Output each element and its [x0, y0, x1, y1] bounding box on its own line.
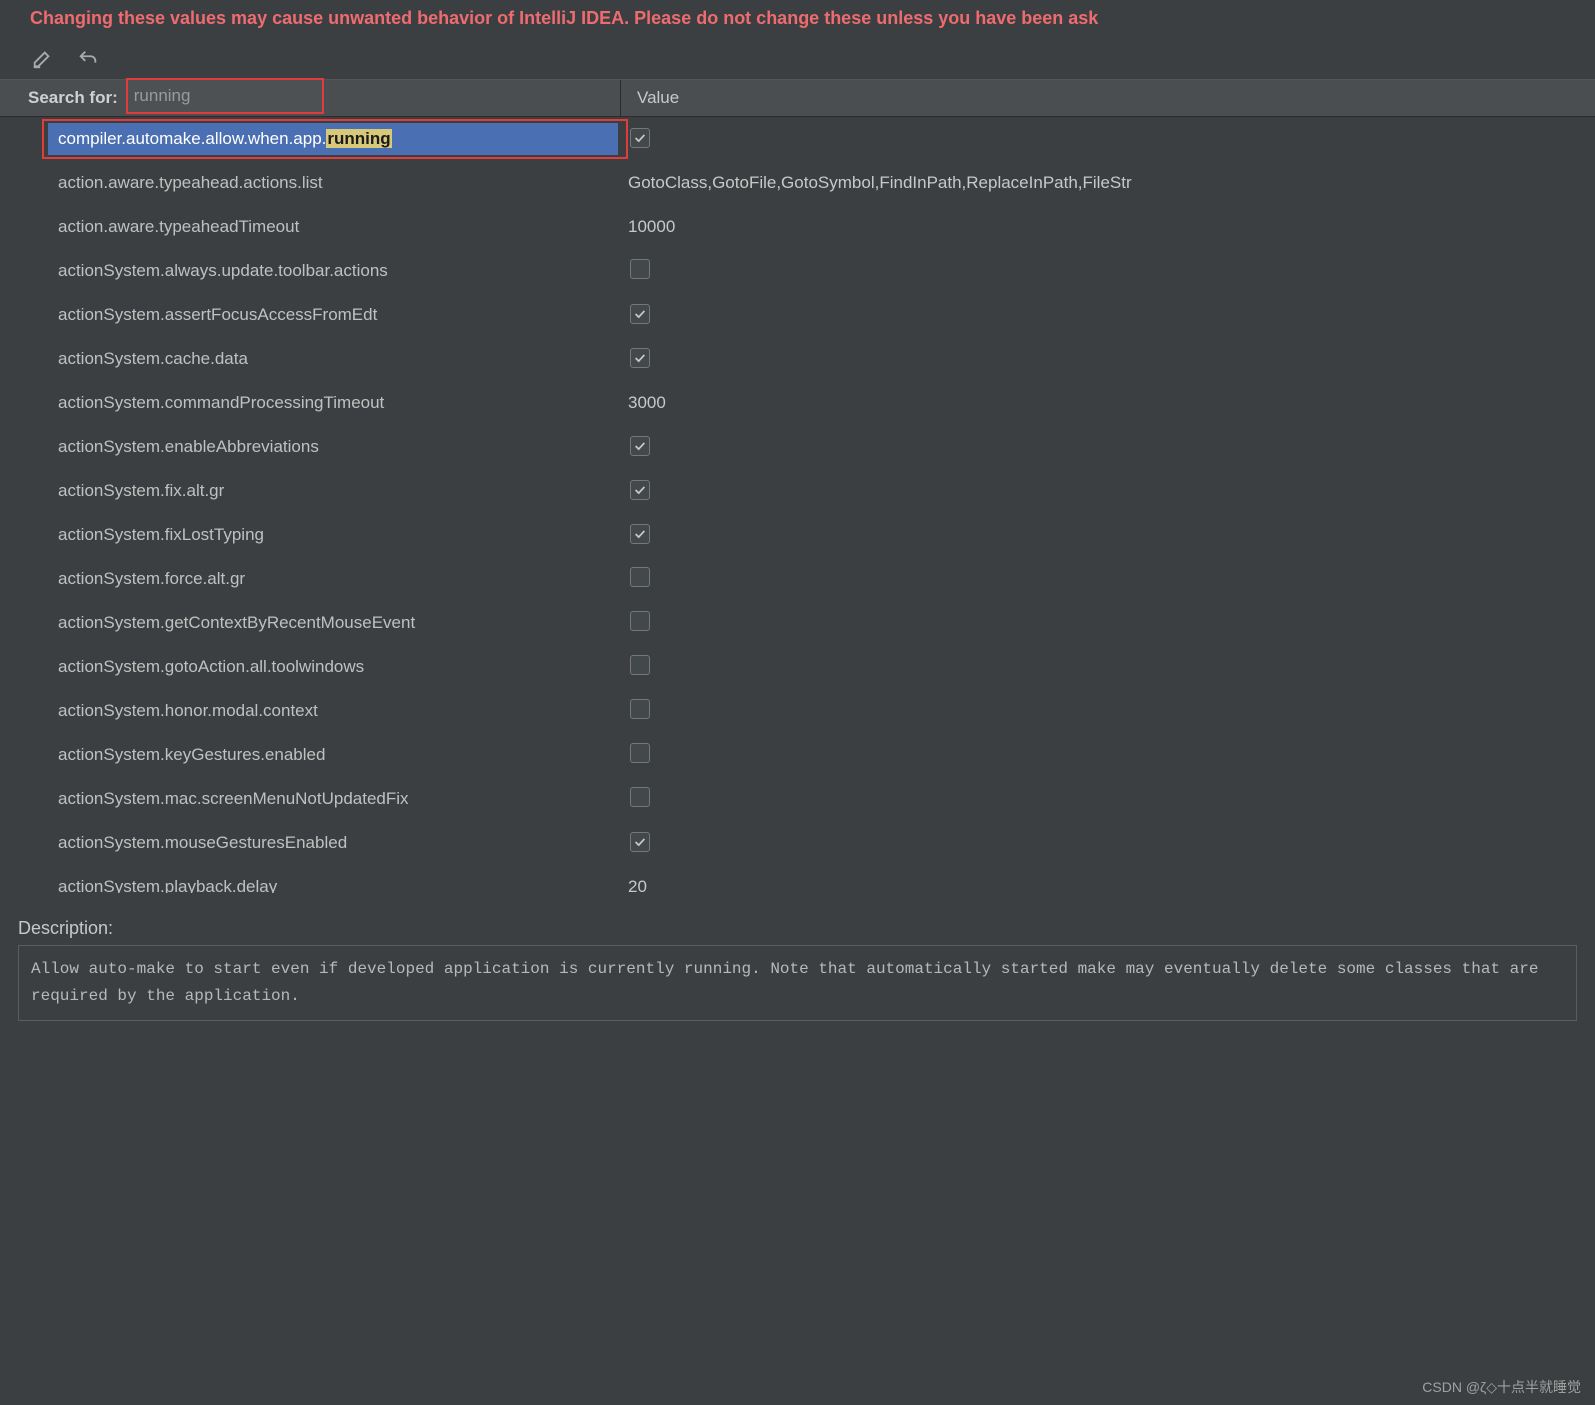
- registry-table: compiler.automake.allow.when.app.running…: [0, 117, 1595, 893]
- table-row[interactable]: actionSystem.fix.alt.gr: [0, 469, 1595, 513]
- registry-key: actionSystem.fixLostTyping: [0, 525, 620, 545]
- table-header: Search for: Value: [0, 79, 1595, 117]
- registry-key: actionSystem.cache.data: [0, 349, 620, 369]
- value-column-header: Value: [620, 80, 1595, 116]
- registry-key: actionSystem.keyGestures.enabled: [0, 745, 620, 765]
- checkbox[interactable]: [630, 655, 650, 675]
- registry-value[interactable]: GotoClass,GotoFile,GotoSymbol,FindInPath…: [620, 173, 1595, 193]
- registry-key: compiler.automake.allow.when.app.running: [0, 129, 620, 149]
- checkbox[interactable]: [630, 832, 650, 852]
- registry-key: actionSystem.playback.delay: [0, 877, 620, 893]
- table-row[interactable]: actionSystem.force.alt.gr: [0, 557, 1595, 601]
- undo-icon[interactable]: [74, 45, 102, 73]
- registry-value[interactable]: [620, 567, 1595, 592]
- table-row[interactable]: action.aware.typeaheadTimeout10000: [0, 205, 1595, 249]
- checkbox[interactable]: [630, 128, 650, 148]
- value-header-label: Value: [637, 88, 679, 108]
- checkbox[interactable]: [630, 436, 650, 456]
- registry-key: actionSystem.assertFocusAccessFromEdt: [0, 305, 620, 325]
- description-text: Allow auto-make to start even if develop…: [18, 945, 1577, 1021]
- checkbox[interactable]: [630, 699, 650, 719]
- registry-value[interactable]: [620, 128, 1595, 150]
- registry-key: actionSystem.mac.screenMenuNotUpdatedFix: [0, 789, 620, 809]
- registry-value[interactable]: [620, 699, 1595, 724]
- table-row[interactable]: actionSystem.gotoAction.all.toolwindows: [0, 645, 1595, 689]
- warning-text: Changing these values may cause unwanted…: [30, 6, 1098, 29]
- table-row[interactable]: actionSystem.always.update.toolbar.actio…: [0, 249, 1595, 293]
- registry-value[interactable]: [620, 524, 1595, 546]
- checkbox[interactable]: [630, 480, 650, 500]
- registry-value[interactable]: 10000: [620, 217, 1595, 237]
- toolbar: [0, 39, 1595, 79]
- registry-value[interactable]: [620, 348, 1595, 370]
- registry-value[interactable]: [620, 743, 1595, 768]
- registry-key: actionSystem.honor.modal.context: [0, 701, 620, 721]
- edit-icon[interactable]: [28, 45, 56, 73]
- table-row[interactable]: actionSystem.cache.data: [0, 337, 1595, 381]
- registry-key: actionSystem.getContextByRecentMouseEven…: [0, 613, 620, 633]
- warning-banner: Changing these values may cause unwanted…: [0, 0, 1595, 39]
- registry-value[interactable]: [620, 436, 1595, 458]
- description-label: Description:: [18, 918, 1577, 939]
- registry-value[interactable]: 20: [620, 877, 1595, 893]
- table-row[interactable]: actionSystem.playback.delay20: [0, 865, 1595, 893]
- checkbox[interactable]: [630, 524, 650, 544]
- watermark: CSDN @ζ◇十点半就睡觉: [1422, 1377, 1581, 1397]
- search-input-border: [126, 78, 324, 114]
- registry-key: action.aware.typeahead.actions.list: [0, 173, 620, 193]
- checkbox[interactable]: [630, 304, 650, 324]
- registry-value[interactable]: 3000: [620, 393, 1595, 413]
- registry-key: actionSystem.always.update.toolbar.actio…: [0, 261, 620, 281]
- registry-value[interactable]: [620, 655, 1595, 680]
- table-row[interactable]: actionSystem.mac.screenMenuNotUpdatedFix: [0, 777, 1595, 821]
- checkbox[interactable]: [630, 743, 650, 763]
- table-row[interactable]: actionSystem.keyGestures.enabled: [0, 733, 1595, 777]
- checkbox[interactable]: [630, 567, 650, 587]
- search-input[interactable]: [134, 86, 322, 106]
- search-label: Search for:: [28, 88, 118, 108]
- registry-value[interactable]: [620, 304, 1595, 326]
- registry-key: action.aware.typeaheadTimeout: [0, 217, 620, 237]
- registry-key: actionSystem.force.alt.gr: [0, 569, 620, 589]
- table-row[interactable]: actionSystem.commandProcessingTimeout300…: [0, 381, 1595, 425]
- registry-key: actionSystem.commandProcessingTimeout: [0, 393, 620, 413]
- checkbox[interactable]: [630, 787, 650, 807]
- table-row[interactable]: action.aware.typeahead.actions.listGotoC…: [0, 161, 1595, 205]
- registry-value[interactable]: [620, 480, 1595, 502]
- checkbox[interactable]: [630, 348, 650, 368]
- checkbox[interactable]: [630, 611, 650, 631]
- registry-key: actionSystem.gotoAction.all.toolwindows: [0, 657, 620, 677]
- registry-value[interactable]: [620, 832, 1595, 854]
- registry-key: actionSystem.enableAbbreviations: [0, 437, 620, 457]
- table-row[interactable]: actionSystem.getContextByRecentMouseEven…: [0, 601, 1595, 645]
- table-row[interactable]: actionSystem.assertFocusAccessFromEdt: [0, 293, 1595, 337]
- search-cell: Search for:: [0, 80, 620, 116]
- table-row[interactable]: actionSystem.mouseGesturesEnabled: [0, 821, 1595, 865]
- checkbox[interactable]: [630, 259, 650, 279]
- table-row[interactable]: compiler.automake.allow.when.app.running: [0, 117, 1595, 161]
- registry-value[interactable]: [620, 611, 1595, 636]
- registry-value[interactable]: [620, 259, 1595, 284]
- table-row[interactable]: actionSystem.enableAbbreviations: [0, 425, 1595, 469]
- table-row[interactable]: actionSystem.fixLostTyping: [0, 513, 1595, 557]
- table-row[interactable]: actionSystem.honor.modal.context: [0, 689, 1595, 733]
- registry-key: actionSystem.fix.alt.gr: [0, 481, 620, 501]
- registry-value[interactable]: [620, 787, 1595, 812]
- registry-key: actionSystem.mouseGesturesEnabled: [0, 833, 620, 853]
- description-panel: Description: Allow auto-make to start ev…: [0, 914, 1595, 1029]
